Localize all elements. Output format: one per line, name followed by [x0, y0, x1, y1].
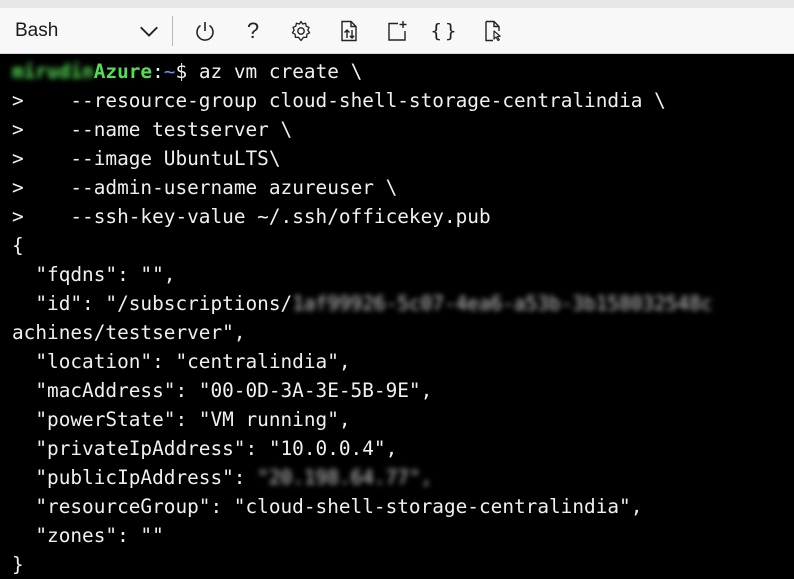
continuation-prefix: >: [12, 147, 24, 170]
json-location-line: "location": "centralindia",: [12, 350, 351, 373]
continuation-prefix: >: [12, 89, 24, 112]
continuation-text: --name testserver \: [23, 118, 293, 141]
continuation-line: > --name testserver \: [12, 115, 794, 144]
continuation-line: > --resource-group cloud-shell-storage-c…: [12, 86, 794, 115]
help-icon: ?: [246, 17, 260, 43]
upload-download-icon: [341, 20, 357, 41]
continuation-prefix: >: [12, 176, 24, 199]
new-session-button[interactable]: [373, 8, 421, 54]
continuation-text: --ssh-key-value ~/.ssh/officekey.pub: [23, 205, 491, 228]
editor-braces-icon: {}: [430, 19, 460, 42]
continuation-text: --image UbuntuLTS\: [23, 147, 281, 170]
web-preview-button[interactable]: [469, 8, 517, 54]
continuation-prefix: >: [12, 205, 24, 228]
power-icon: [196, 21, 214, 41]
prompt-line: mirudinAzure:~$ az vm create \: [12, 57, 794, 86]
prompt-dollar: $: [175, 60, 199, 83]
web-preview-icon: [485, 20, 501, 41]
json-resource-group-line: "resourceGroup": "cloud-shell-storage-ce…: [12, 495, 643, 518]
shell-type-dropdown[interactable]: Bash: [0, 8, 172, 54]
toolbar-divider: [172, 15, 173, 46]
continuation-text: --resource-group cloud-shell-storage-cen…: [23, 89, 666, 112]
prompt-user: mirudin: [12, 60, 94, 83]
prompt-separator: :: [152, 60, 164, 83]
continuation-line: > --image UbuntuLTS\: [12, 144, 794, 173]
json-open-brace: {: [12, 234, 24, 257]
continuation-text: --admin-username azureuser \: [23, 176, 398, 199]
json-powerstate-line: "powerState": "VM running",: [12, 408, 351, 431]
json-public-ip-line: "publicIpAddress": "20.198.64.77",: [12, 463, 794, 492]
json-public-ip-prefix: "publicIpAddress":: [12, 466, 258, 489]
json-mac-line: "macAddress": "00-0D-3A-3E-5B-9E",: [12, 379, 433, 402]
prompt-path: ~: [163, 60, 176, 83]
command-text: az vm create \: [198, 60, 363, 83]
json-id-prefix: "id": "/subscriptions/: [12, 292, 293, 315]
continuation-prefix: >: [12, 118, 24, 141]
open-editor-button[interactable]: {}: [421, 8, 469, 54]
new-session-icon: [388, 20, 407, 41]
json-close-brace: }: [12, 553, 24, 576]
restart-button[interactable]: [181, 8, 229, 54]
help-button[interactable]: ?: [229, 8, 277, 54]
settings-button[interactable]: [277, 8, 325, 54]
redacted-subscription-id: 1af99926-5c07-4ea6-a53b-3b158032548c: [292, 292, 713, 315]
cloud-shell-toolbar: Bash ? {}: [0, 8, 794, 54]
json-id-line: "id": "/subscriptions/1af99926-5c07-4ea6…: [12, 289, 794, 318]
prompt-host: Azure: [93, 60, 153, 83]
terminal-output[interactable]: mirudinAzure:~$ az vm create \ > --resou…: [0, 55, 794, 579]
settings-icon: [291, 20, 311, 41]
json-fqdns-line: "fqdns": "",: [12, 263, 176, 286]
json-private-ip-line: "privateIpAddress": "10.0.0.4",: [12, 437, 398, 460]
redacted-public-ip: "20.198.64.77",: [257, 466, 433, 489]
json-zones-line: "zones": "": [12, 524, 164, 547]
continuation-line: > --ssh-key-value ~/.ssh/officekey.pub: [12, 202, 794, 231]
shell-type-label: Bash: [15, 19, 59, 41]
upload-download-button[interactable]: [325, 8, 373, 54]
continuation-line: > --admin-username azureuser \: [12, 173, 794, 202]
json-id-continuation: achines/testserver",: [12, 321, 246, 344]
chevron-down-icon: [140, 26, 158, 37]
